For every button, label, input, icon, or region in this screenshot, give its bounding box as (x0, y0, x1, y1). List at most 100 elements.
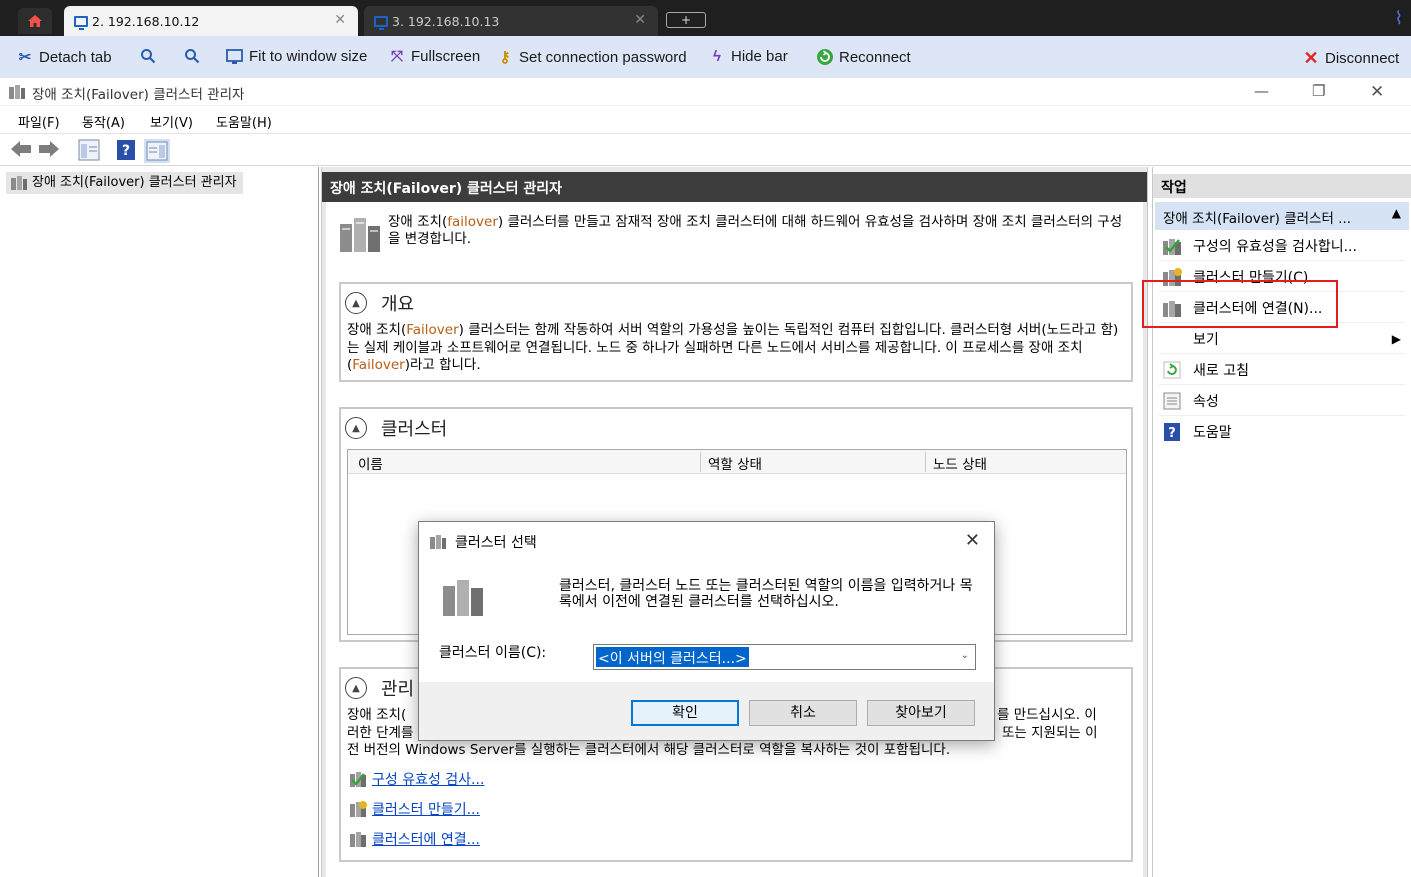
fullscreen-button[interactable]: ⤧ Fullscreen (388, 48, 480, 65)
svg-text:?: ? (1168, 426, 1176, 441)
ok-button[interactable]: 확인 (631, 700, 739, 726)
monitor-icon (74, 15, 88, 30)
paperclip-icon[interactable]: ⌇ (1394, 8, 1403, 29)
new-tab-button[interactable]: + (666, 12, 706, 28)
close-tab-icon[interactable]: ✕ (634, 12, 646, 28)
create-cluster-icon (350, 801, 367, 817)
red-highlight-box (1142, 280, 1338, 328)
column-node-status[interactable]: 노드 상태 (933, 453, 987, 473)
actions-pane: 작업 장애 조치(Failover) 클러스터 ... ▲ 구성의 유효성을 검… (1152, 167, 1411, 877)
manage-text-2: 를 만드십시오. 이 (997, 707, 1097, 723)
menu-help[interactable]: 도움말(H) (216, 112, 272, 131)
link-create[interactable]: 클러스터 만들기... (349, 799, 480, 819)
minimize-button[interactable]: — (1254, 82, 1269, 100)
column-separator (925, 452, 926, 472)
fullscreen-icon: ⤧ (390, 48, 403, 65)
fit-window-icon (226, 48, 243, 64)
menu-action[interactable]: 동작(A) (82, 112, 125, 131)
dialog-close-button[interactable]: ✕ (965, 532, 980, 550)
zoom-out-button[interactable] (184, 48, 200, 64)
overview-text: 장애 조치(Failover) 클러스터는 함께 작동하여 서버 역할의 가용성… (347, 322, 1125, 375)
column-name[interactable]: 이름 (358, 453, 383, 473)
window-title-bar: 장애 조치(Failover) 클러스터 관리자 — ❐ ✕ (0, 78, 1411, 106)
browse-button[interactable]: 찾아보기 (867, 700, 975, 726)
action-view[interactable]: 보기 ▶ (1159, 324, 1405, 354)
fit-to-window-label: Fit to window size (249, 48, 368, 65)
action-refresh[interactable]: 새로 고침 (1159, 355, 1405, 385)
show-hide-tree-icon[interactable] (78, 139, 100, 161)
menu-view[interactable]: 보기(V) (150, 112, 193, 131)
clusters-table-header: 이름 역할 상태 노드 상태 (348, 450, 1126, 474)
manage-header[interactable]: ▲ 관리 (345, 675, 414, 701)
close-window-button[interactable]: ✕ (1370, 82, 1384, 102)
tab-192-168-10-13[interactable]: 3. 192.168.10.13 ✕ (364, 6, 658, 36)
collapse-icon[interactable]: ▲ (345, 292, 367, 314)
action-validate[interactable]: 구성의 유효성을 검사합니... (1159, 231, 1405, 261)
home-icon (28, 15, 42, 27)
disconnect-button[interactable]: ✕ Disconnect (1302, 48, 1399, 69)
set-connection-password-button[interactable]: ⚷ Set connection password (496, 48, 687, 67)
manage-text-5: 전 버전의 Windows Server를 실행하는 클러스터에서 해당 클러스… (347, 742, 951, 758)
back-arrow-icon[interactable] (10, 139, 32, 159)
icon-toolbar: ? (0, 134, 1411, 166)
reconnect-label: Reconnect (839, 48, 911, 66)
tab-label: 2. 192.168.10.12 (92, 13, 200, 29)
collapse-icon[interactable]: ▲ (345, 677, 367, 699)
disconnect-x-icon: ✕ (1303, 48, 1319, 68)
cluster-large-icon (340, 218, 380, 252)
overview-text-failover-2: Failover (352, 357, 405, 373)
collapse-up-icon[interactable]: ▲ (1392, 206, 1401, 220)
overview-header[interactable]: ▲ 개요 (345, 290, 414, 316)
show-action-pane-icon[interactable] (144, 139, 170, 163)
cluster-name-combobox[interactable]: <이 서버의 클러스터...> ⌄ (593, 644, 976, 670)
fit-to-window-button[interactable]: Fit to window size (226, 48, 367, 65)
chevron-down-icon[interactable]: ⌄ (961, 650, 969, 661)
maximize-button[interactable]: ❐ (1312, 82, 1325, 100)
cancel-button[interactable]: 취소 (749, 700, 857, 726)
overview-text-1: 장애 조치( (347, 322, 407, 338)
dialog-description: 클러스터, 클러스터 노드 또는 클러스터된 역할의 이름을 입력하거나 목록에… (559, 578, 973, 610)
actions-header: 작업 (1153, 174, 1411, 198)
intro-description: 장애 조치(failover) 클러스터를 만들고 잠재적 장애 조치 클러스터… (388, 214, 1132, 248)
forward-arrow-icon[interactable] (38, 139, 60, 159)
zoom-out-icon (185, 49, 200, 64)
select-cluster-dialog: 클러스터 선택 ✕ 클러스터, 클러스터 노드 또는 클러스터된 역할의 이름을… (418, 521, 995, 741)
menu-file[interactable]: 파일(F) (18, 112, 60, 131)
action-help-label: 도움말 (1193, 425, 1232, 441)
disconnect-label: Disconnect (1325, 50, 1400, 67)
connect-cluster-icon (350, 832, 366, 847)
actions-group-label: 장애 조치(Failover) 클러스터 ... (1163, 211, 1352, 227)
submenu-arrow-icon: ▶ (1391, 331, 1401, 346)
dialog-footer: 확인 취소 찾아보기 (419, 682, 994, 740)
manage-text-1: 장애 조치( (347, 707, 407, 723)
help-icon[interactable]: ? (116, 139, 136, 161)
action-help[interactable]: ? 도움말 (1159, 417, 1405, 447)
collapse-icon[interactable]: ▲ (345, 417, 367, 439)
zoom-in-button[interactable] (140, 48, 156, 64)
home-button[interactable] (18, 8, 52, 34)
hide-bar-button[interactable]: ϟ Hide bar (708, 48, 788, 65)
clusters-header[interactable]: ▲ 클러스터 (345, 415, 447, 441)
tab-192-168-10-12[interactable]: 2. 192.168.10.12 ✕ (64, 6, 358, 36)
link-connect[interactable]: 클러스터에 연결... (349, 829, 480, 849)
create-cluster-link[interactable]: 클러스터 만들기... (372, 799, 480, 819)
link-validate[interactable]: 구성 유효성 검사... (349, 769, 484, 789)
detach-tab-button[interactable]: ✂ Detach tab (16, 48, 112, 67)
tree-item-cluster-manager[interactable]: 장애 조치(Failover) 클러스터 관리자 (6, 172, 243, 194)
overview-title: 개요 (381, 294, 415, 315)
validate-icon (1163, 238, 1181, 255)
reconnect-button[interactable]: Reconnect (816, 48, 911, 66)
dialog-title: 클러스터 선택 (455, 535, 537, 551)
overview-text-failover: Failover (406, 322, 459, 338)
lightning-icon: ϟ (713, 48, 721, 65)
action-refresh-label: 새로 고침 (1193, 362, 1249, 379)
intro-text-1: 장애 조치( (388, 214, 448, 230)
close-tab-icon[interactable]: ✕ (334, 12, 346, 28)
connect-cluster-link[interactable]: 클러스터에 연결... (372, 829, 480, 849)
clusters-title: 클러스터 (381, 419, 448, 440)
zoom-in-icon (141, 49, 156, 64)
action-properties[interactable]: 속성 (1159, 386, 1405, 416)
actions-group-header[interactable]: 장애 조치(Failover) 클러스터 ... ▲ (1155, 202, 1409, 230)
validate-link[interactable]: 구성 유효성 검사... (372, 769, 484, 789)
column-role-status[interactable]: 역할 상태 (708, 453, 762, 473)
